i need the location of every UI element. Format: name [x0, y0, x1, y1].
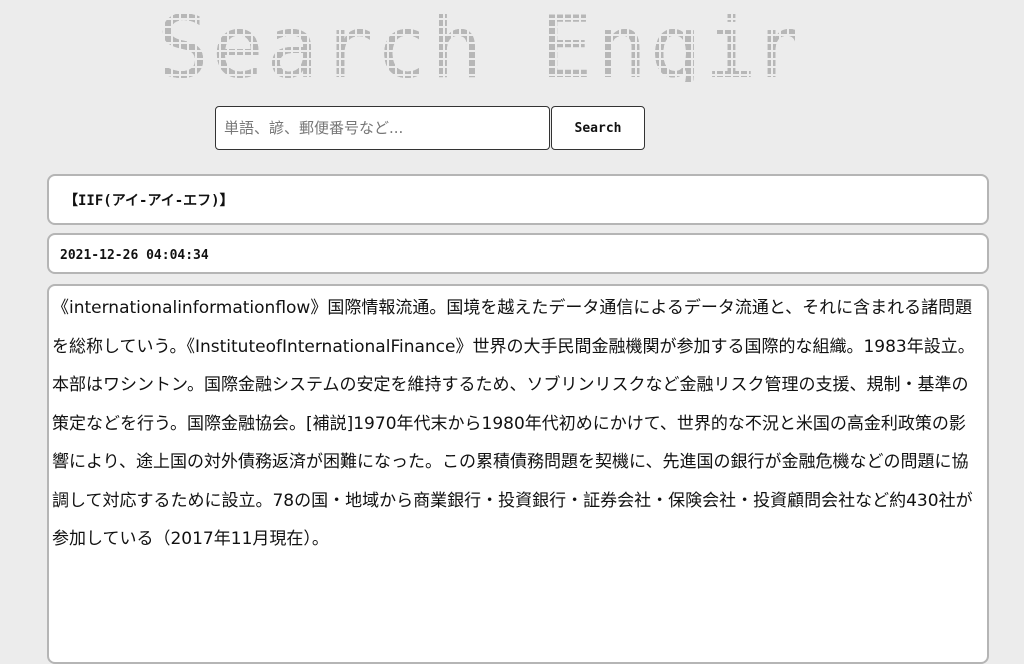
site-logo: Search Engine — [157, 14, 797, 82]
logo-text: Search Engine — [157, 14, 797, 82]
search-button[interactable]: Search — [551, 106, 645, 150]
search-input[interactable] — [215, 106, 550, 150]
result-body: 《internationalinformationflow》国際情報流通。国境を… — [47, 284, 989, 664]
result-timestamp: 2021-12-26 04:04:34 — [47, 233, 989, 274]
result-title: 【IIF(アイ-アイ-エフ)】 — [47, 174, 989, 225]
